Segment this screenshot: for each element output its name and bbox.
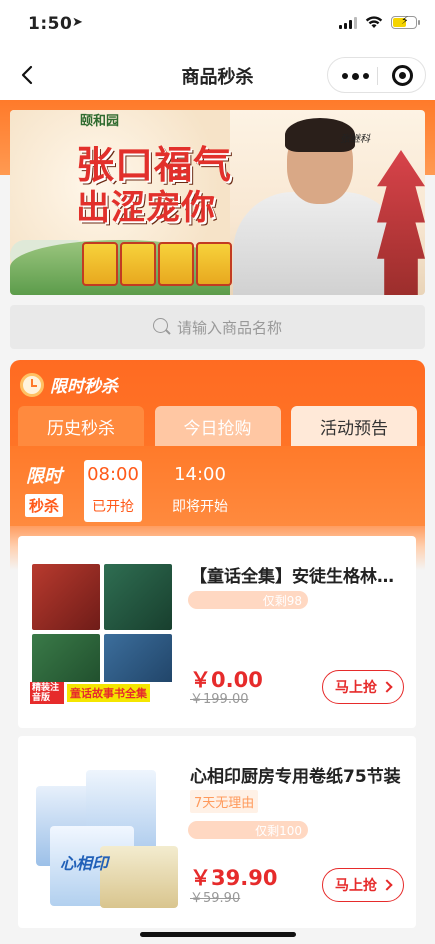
signal-icon <box>339 16 357 29</box>
status-time: 1:50 <box>28 14 73 34</box>
thumb-caption-left: 精装注音版 <box>30 682 64 704</box>
tab-today[interactable]: 今日抢购 <box>154 406 281 446</box>
return-policy-tag: 7天无理由 <box>190 790 259 813</box>
buy-now-button[interactable]: 马上抢 <box>322 670 404 704</box>
search-input[interactable]: 请输入商品名称 <box>177 317 282 338</box>
limited-sale-label: 限时 秒杀 <box>20 462 68 517</box>
time-slot-0800[interactable]: 08:00 已开抢 <box>84 460 142 522</box>
thumb-caption-right: 童话故事书全集 <box>67 684 150 702</box>
nav-bar: 商品秒杀 <box>0 50 435 100</box>
original-price: ￥199.00 <box>190 692 249 707</box>
product-name: 心相印厨房专用卷纸75节装 <box>190 767 401 787</box>
product-card[interactable]: 精装注音版 童话故事书全集 【童话全集】安徒生格林童话 仅剩98 ￥0.00 ￥… <box>18 536 416 728</box>
stock-text: 仅剩100 <box>255 824 302 838</box>
slot-time: 08:00 <box>87 464 139 485</box>
chevron-right-icon <box>381 681 393 693</box>
clock-icon <box>20 372 44 397</box>
stock-badge: 仅剩98 <box>188 591 308 609</box>
flash-sale-header: 限时秒杀 <box>20 372 118 397</box>
product-thumbnail: 心相印 <box>30 766 178 916</box>
slot-status: 即将开始 <box>172 499 228 515</box>
tab-preview[interactable]: 活动预告 <box>291 406 417 446</box>
wifi-icon <box>365 16 383 28</box>
limited-label-line2: 秒杀 <box>24 494 63 517</box>
slot-time: 14:00 <box>174 464 226 485</box>
battery-icon: ⚡ <box>391 14 420 29</box>
banner-endorser-photo <box>225 110 410 295</box>
close-circle-icon[interactable] <box>392 65 413 86</box>
product-thumbnail: 精装注音版 童话故事书全集 <box>30 556 178 706</box>
product-name: 【童话全集】安徒生格林童话 <box>190 567 405 587</box>
miniprogram-capsule <box>327 57 426 93</box>
search-icon <box>152 318 171 336</box>
stock-badge: 仅剩100 <box>188 821 308 839</box>
status-bar: 1:50 ➤ ⚡ <box>0 0 435 50</box>
product-card[interactable]: 心相印 心相印厨房专用卷纸75节装 7天无理由 仅剩100 ￥39.90 ￥59… <box>18 736 416 928</box>
buy-label: 马上抢 <box>335 878 377 894</box>
chevron-right-icon <box>381 879 393 891</box>
buy-now-button[interactable]: 马上抢 <box>322 868 404 902</box>
limited-label-line1: 限时 <box>26 466 62 487</box>
original-price: ￥59.90 <box>190 891 241 906</box>
buy-label: 马上抢 <box>335 680 377 696</box>
time-slot-1400[interactable]: 14:00 即将开始 <box>168 460 232 516</box>
search-bar[interactable]: 请输入商品名称 <box>10 305 425 349</box>
banner-endorser-name: 张继科 <box>340 134 370 145</box>
tab-history[interactable]: 历史秒杀 <box>18 406 144 446</box>
promo-banner[interactable]: 颐和园 张口福气 出涩宠你 张继科 <box>10 110 425 295</box>
location-arrow-icon: ➤ <box>72 15 83 30</box>
status-icons: ⚡ <box>339 14 420 29</box>
banner-slogan-line2: 出涩宠你 <box>76 188 216 228</box>
banner-product-cans <box>82 242 232 286</box>
stock-text: 仅剩98 <box>262 594 302 608</box>
flash-sale-title: 限时秒杀 <box>50 377 118 397</box>
more-dots-icon[interactable] <box>342 72 369 80</box>
home-indicator <box>140 932 296 937</box>
flash-sale-tabs: 历史秒杀 今日抢购 活动预告 <box>18 406 417 446</box>
slot-status: 已开抢 <box>92 499 134 515</box>
banner-brand: 颐和园 <box>80 114 120 129</box>
